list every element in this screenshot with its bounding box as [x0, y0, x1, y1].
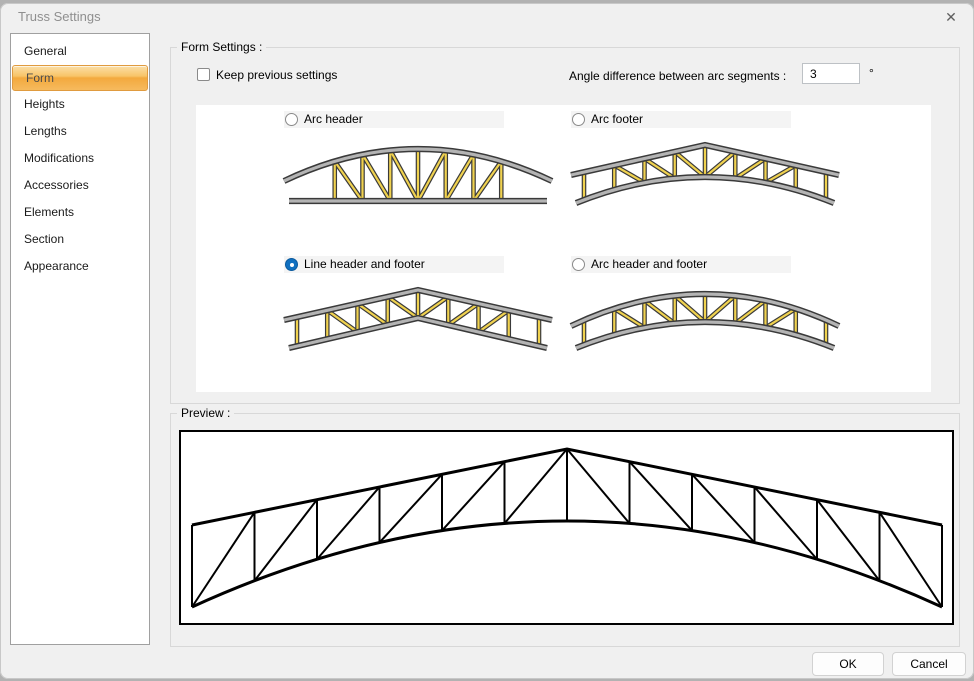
ok-button[interactable]: OK: [812, 652, 884, 676]
arc-header-footer-truss-illustration: [568, 282, 842, 360]
title-bar[interactable]: Truss Settings ✕: [0, 3, 974, 31]
keep-previous-settings-label: Keep previous settings: [216, 68, 337, 82]
degree-unit-label: °: [869, 66, 874, 80]
arc-header-footer-radio[interactable]: [572, 258, 585, 271]
option-arc-header-row[interactable]: Arc header: [284, 111, 504, 128]
arc-header-footer-label: Arc header and footer: [591, 256, 707, 273]
option-arc-header-footer[interactable]: Arc header and footer: [571, 256, 857, 273]
arc-footer-label: Arc footer: [591, 111, 643, 128]
form-settings-group-label: Form Settings :: [177, 40, 266, 54]
truss-form-options-panel: Arc header Arc footer Line header and fo…: [196, 105, 931, 392]
option-arc-header[interactable]: Arc header: [284, 111, 570, 128]
preview-canvas: [179, 430, 954, 625]
truss-settings-dialog: Truss Settings ✕ General Form Heights Le…: [0, 3, 974, 679]
arc-header-radio[interactable]: [285, 113, 298, 126]
sidebar-item-section[interactable]: Section: [11, 226, 149, 253]
sidebar-item-heights[interactable]: Heights: [11, 91, 149, 118]
arc-header-label: Arc header: [304, 111, 363, 128]
option-arc-header-footer-row[interactable]: Arc header and footer: [571, 256, 791, 273]
sidebar-item-general[interactable]: General: [11, 38, 149, 65]
option-line-header-footer-row[interactable]: Line header and footer: [284, 256, 504, 273]
arc-header-truss-illustration: [281, 137, 555, 215]
cancel-button[interactable]: Cancel: [892, 652, 966, 676]
arc-footer-radio[interactable]: [572, 113, 585, 126]
sidebar-item-appearance[interactable]: Appearance: [11, 253, 149, 280]
option-arc-footer-row[interactable]: Arc footer: [571, 111, 791, 128]
line-header-footer-radio[interactable]: [285, 258, 298, 271]
window-title: Truss Settings: [18, 9, 101, 24]
preview-group: Preview :: [170, 413, 960, 647]
angle-difference-input[interactable]: [802, 63, 860, 84]
option-arc-footer[interactable]: Arc footer: [571, 111, 857, 128]
close-icon[interactable]: ✕: [938, 6, 964, 28]
preview-truss-drawing: [182, 433, 952, 623]
form-settings-group: Form Settings : Keep previous settings A…: [170, 47, 960, 404]
settings-nav-sidebar: General Form Heights Lengths Modificatio…: [10, 33, 150, 645]
arc-footer-truss-illustration: [568, 137, 842, 215]
keep-previous-settings-checkbox[interactable]: [197, 68, 210, 81]
sidebar-item-elements[interactable]: Elements: [11, 199, 149, 226]
sidebar-item-accessories[interactable]: Accessories: [11, 172, 149, 199]
sidebar-item-form[interactable]: Form: [12, 65, 148, 91]
sidebar-item-modifications[interactable]: Modifications: [11, 145, 149, 172]
line-header-footer-truss-illustration: [281, 282, 555, 360]
angle-difference-label: Angle difference between arc segments :: [569, 69, 786, 83]
preview-group-label: Preview :: [177, 406, 234, 420]
desktop-backdrop: Truss Settings ✕ General Form Heights Le…: [0, 0, 974, 681]
line-header-footer-label: Line header and footer: [304, 256, 425, 273]
option-line-header-footer[interactable]: Line header and footer: [284, 256, 570, 273]
sidebar-item-lengths[interactable]: Lengths: [11, 118, 149, 145]
